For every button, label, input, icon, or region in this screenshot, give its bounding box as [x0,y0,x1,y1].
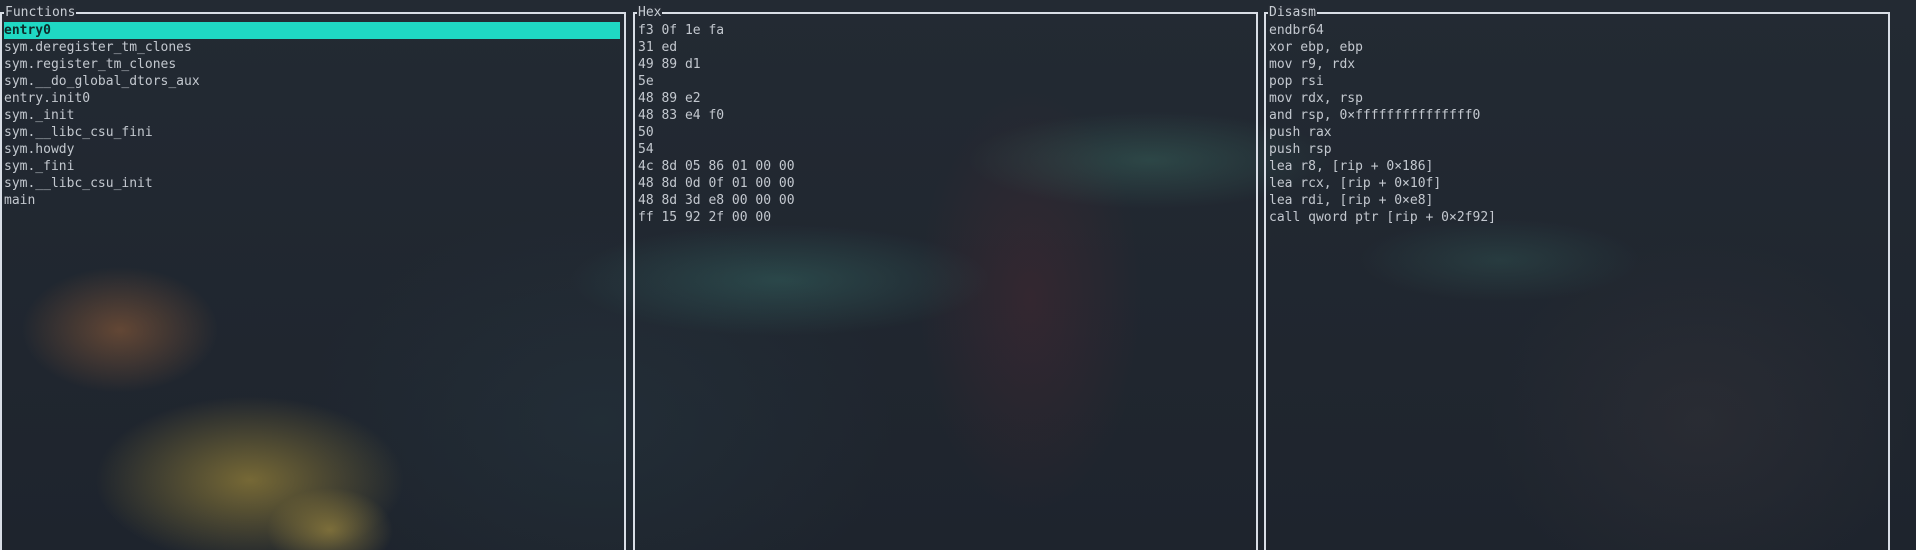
disasm-line: lea r8, [rip + 0×186] [1269,159,1434,174]
hex-line: 48 89 e2 [638,91,701,106]
function-item[interactable]: sym.howdy [4,141,620,158]
hex-line: 5e [638,74,654,89]
function-item[interactable]: sym._fini [4,158,620,175]
hex-line: 50 [638,125,654,140]
disasm-line: mov r9, rdx [1269,57,1356,72]
hex-line: 48 8d 3d e8 00 00 00 [638,193,795,208]
disasm-panel-title: Disasm [1268,5,1317,20]
hex-panel[interactable]: Hex f3 0f 1e fa 31 ed 49 89 d1 5e 48 89 … [633,5,1258,550]
disasm-line: xor ebp, ebp [1269,40,1363,55]
hex-lines: f3 0f 1e fa 31 ed 49 89 d1 5e 48 89 e2 4… [638,22,1252,226]
functions-panel[interactable]: Functions entry0 sym.deregister_tm_clone… [0,5,626,550]
hex-line: 54 [638,142,654,157]
hex-line: f3 0f 1e fa [638,23,725,38]
disasm-line: and rsp, 0×fffffffffffffff0 [1269,108,1481,123]
disasm-line: call qword ptr [rip + 0×2f92] [1269,210,1496,225]
disasm-line: endbr64 [1269,23,1324,38]
hex-line: ff 15 92 2f 00 00 [638,210,772,225]
hex-line: 49 89 d1 [638,57,701,72]
functions-list[interactable]: entry0 sym.deregister_tm_clones sym.regi… [4,22,620,209]
function-item[interactable]: main [4,192,620,209]
disasm-lines: endbr64 xor ebp, ebp mov r9, rdx pop rsi… [1269,22,1884,226]
disasm-panel[interactable]: Disasm endbr64 xor ebp, ebp mov r9, rdx … [1264,5,1890,550]
hex-panel-title: Hex [637,5,663,20]
function-item[interactable]: sym.deregister_tm_clones [4,39,620,56]
disasm-line: lea rcx, [rip + 0×10f] [1269,176,1442,191]
function-item[interactable]: sym.__libc_csu_fini [4,124,620,141]
hex-line: 4c 8d 05 86 01 00 00 [638,159,795,174]
function-item[interactable]: sym.__libc_csu_init [4,175,620,192]
hex-line: 48 8d 0d 0f 01 00 00 [638,176,795,191]
disasm-line: pop rsi [1269,74,1324,89]
disasm-line: lea rdi, [rip + 0×e8] [1269,193,1434,208]
function-item[interactable]: sym._init [4,107,620,124]
function-item[interactable]: sym.register_tm_clones [4,56,620,73]
function-item[interactable]: sym.__do_global_dtors_aux [4,73,620,90]
disasm-line: mov rdx, rsp [1269,91,1363,106]
function-item[interactable]: entry.init0 [4,90,620,107]
functions-panel-title: Functions [4,5,77,20]
hex-line: 31 ed [638,40,678,55]
disasm-line: push rax [1269,125,1332,140]
function-item[interactable]: entry0 [4,22,620,39]
hex-line: 48 83 e4 f0 [638,108,725,123]
disasm-line: push rsp [1269,142,1332,157]
